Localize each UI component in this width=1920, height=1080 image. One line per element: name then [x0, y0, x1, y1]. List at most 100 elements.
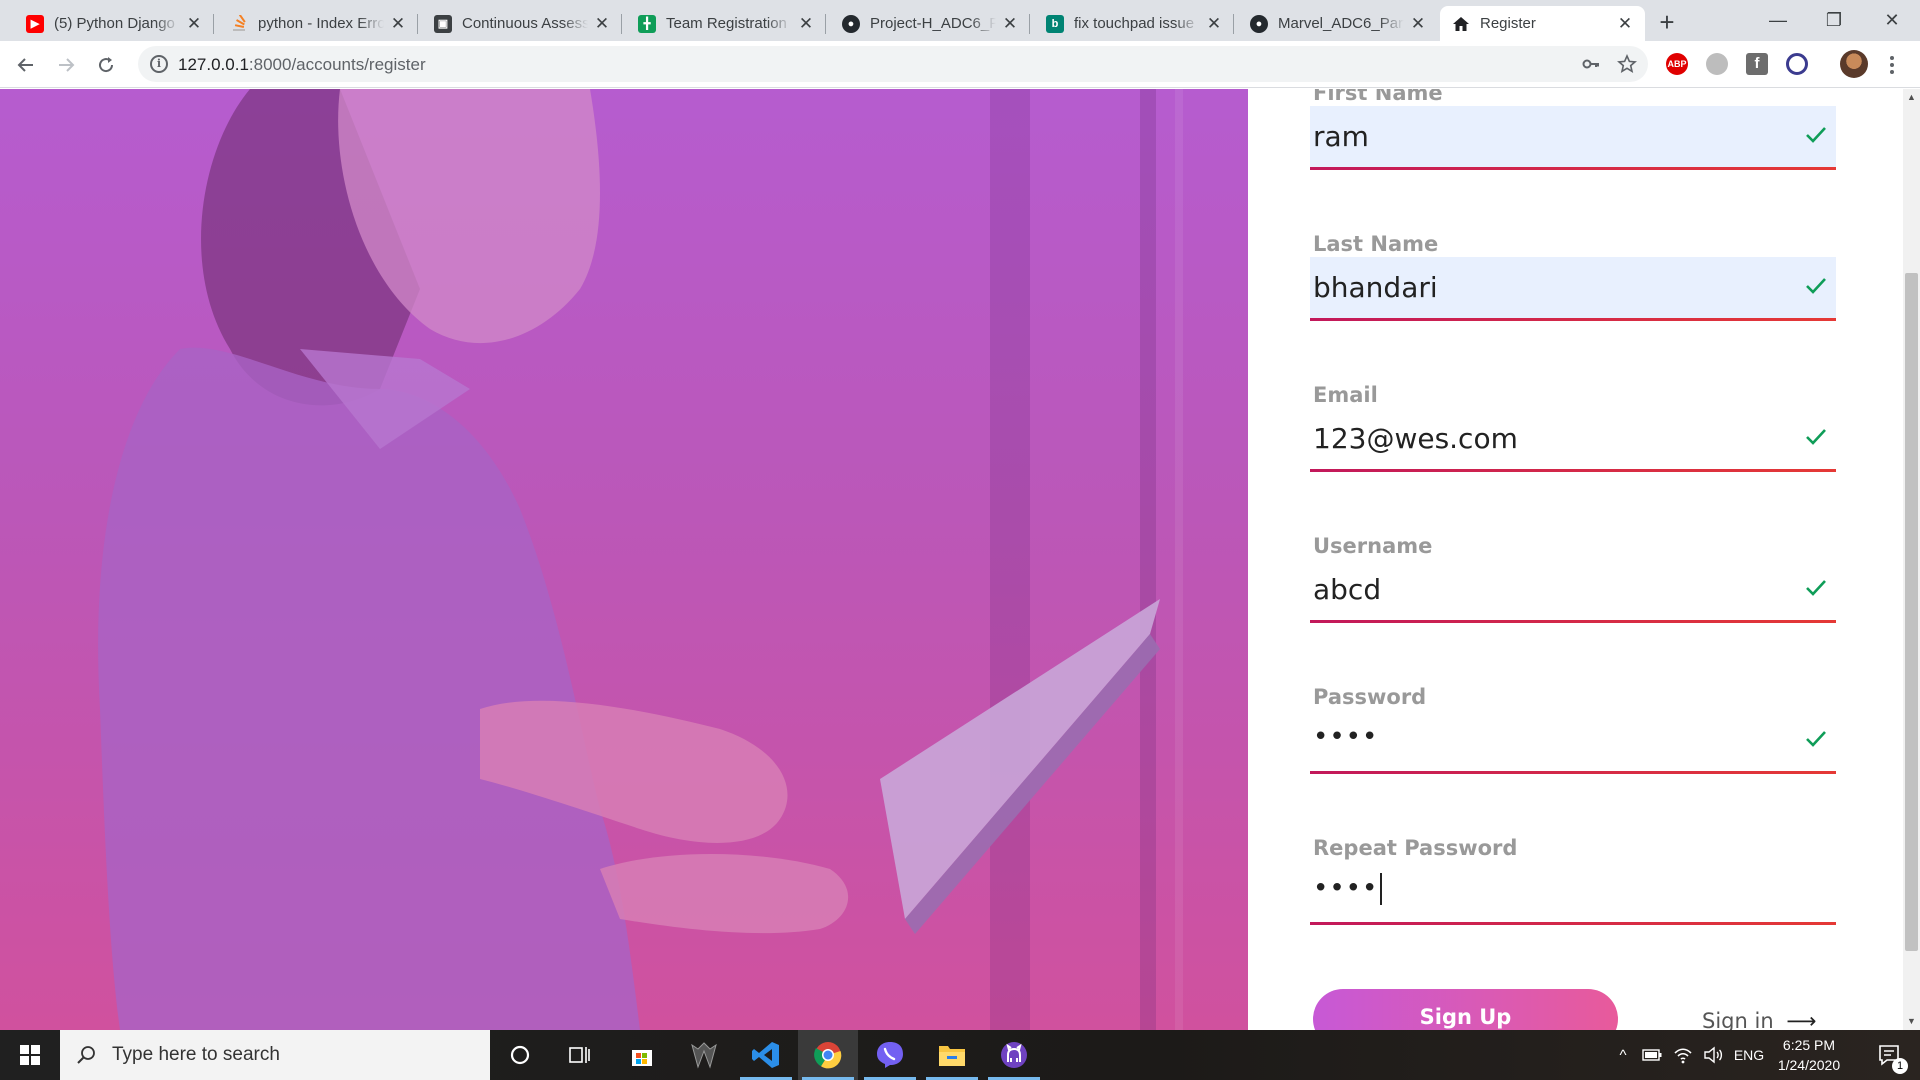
arrow-right-icon: ⟶: [1786, 1009, 1817, 1030]
close-tab-icon[interactable]: ✕: [1617, 14, 1633, 34]
tab-stackoverflow[interactable]: python - Index Error ✕: [218, 6, 418, 41]
minimize-button[interactable]: —: [1750, 0, 1806, 41]
close-tab-icon[interactable]: ✕: [594, 14, 610, 34]
avatar[interactable]: [1840, 50, 1868, 78]
language-indicator[interactable]: ENG: [1728, 1047, 1770, 1063]
tab-title: Project-H_ADC6_P: [870, 15, 996, 32]
address-bar[interactable]: i 127.0.0.1:8000/accounts/register: [138, 46, 1648, 82]
tab-bing[interactable]: b fix touchpad issue ✕: [1034, 6, 1234, 41]
scroll-down-arrow-icon[interactable]: ▼: [1906, 1016, 1917, 1027]
github-desktop-icon[interactable]: [984, 1030, 1044, 1080]
close-tab-icon[interactable]: ✕: [186, 14, 202, 34]
search-icon: [77, 1046, 95, 1064]
clock-time: 6:25 PM: [1782, 1037, 1836, 1053]
adblock-icon[interactable]: ABP: [1666, 53, 1688, 75]
tab-separator: [825, 14, 826, 34]
windows-taskbar: Type here to search ^ ENG 6:25 PM 1/24/2…: [0, 1030, 1920, 1080]
close-tab-icon[interactable]: ✕: [1206, 14, 1222, 34]
tab-separator: [1233, 14, 1234, 34]
file-explorer-icon[interactable]: [922, 1030, 982, 1080]
kebab-menu-icon: [1890, 56, 1894, 74]
close-window-button[interactable]: ✕: [1864, 0, 1920, 41]
check-icon: [1806, 580, 1826, 596]
facebook-icon[interactable]: f: [1746, 53, 1768, 75]
key-icon[interactable]: [1580, 54, 1602, 76]
check-icon: [1806, 127, 1826, 143]
volume-icon[interactable]: [1698, 1046, 1728, 1064]
last-name-label: Last Name: [1313, 232, 1439, 256]
tab-title: (5) Python Django: [54, 15, 175, 32]
start-button[interactable]: [0, 1030, 60, 1080]
chevron-up-icon[interactable]: ^: [1610, 1047, 1636, 1064]
reload-button[interactable]: [90, 49, 122, 81]
sign-in-link[interactable]: Sign in ⟶: [1702, 1009, 1816, 1030]
cortana-icon[interactable]: [490, 1030, 550, 1080]
bing-icon: b: [1046, 14, 1064, 33]
chrome-icon[interactable]: [798, 1030, 858, 1080]
scrollbar[interactable]: ▲ ▼: [1903, 89, 1920, 1030]
youtube-icon: ▶: [26, 14, 44, 33]
viber-icon[interactable]: [860, 1030, 920, 1080]
close-tab-icon[interactable]: ✕: [798, 14, 814, 34]
block-icon[interactable]: [1786, 53, 1808, 75]
tab-title: fix touchpad issue: [1074, 15, 1195, 32]
first-name-input[interactable]: ram: [1310, 106, 1836, 170]
username-value: abcd: [1313, 573, 1382, 606]
tab-separator: [1029, 14, 1030, 34]
task-view-icon[interactable]: [550, 1030, 610, 1080]
back-button[interactable]: [10, 49, 42, 81]
check-icon: [1806, 731, 1826, 747]
reload-icon: [99, 57, 114, 73]
site-info-icon[interactable]: i: [150, 55, 168, 73]
repeat-password-input[interactable]: ••••: [1310, 861, 1836, 925]
username-input[interactable]: abcd: [1310, 559, 1836, 623]
arrow-left-icon: [17, 58, 33, 72]
github-icon: ●: [1250, 14, 1268, 33]
taskbar-search-box[interactable]: Type here to search: [60, 1030, 490, 1080]
vscode-icon[interactable]: [736, 1030, 796, 1080]
scroll-up-arrow-icon[interactable]: ▲: [1906, 92, 1917, 103]
close-tab-icon[interactable]: ✕: [1410, 14, 1426, 34]
tab-title: Team Registration: [666, 15, 787, 32]
notification-count-badge: 1: [1892, 1058, 1908, 1074]
sign-up-button[interactable]: Sign Up: [1313, 989, 1618, 1030]
restore-button[interactable]: ❐: [1806, 0, 1862, 41]
scrollbar-thumb[interactable]: [1905, 273, 1918, 951]
star-icon[interactable]: [1616, 54, 1638, 76]
taskbar-clock[interactable]: 6:25 PM 1/24/2020: [1768, 1035, 1850, 1075]
forward-button[interactable]: [50, 49, 82, 81]
hero-image: [0, 89, 1248, 1030]
tab-title: Marvel_ADC6_Part: [1278, 15, 1404, 32]
email-input[interactable]: 123@wes.com: [1310, 408, 1836, 472]
menu-button[interactable]: [1876, 49, 1908, 81]
email-label: Email: [1313, 383, 1378, 407]
action-center-button[interactable]: 1: [1860, 1030, 1920, 1080]
close-tab-icon[interactable]: ✕: [1002, 14, 1018, 34]
stackoverflow-icon: [230, 14, 248, 33]
tab-sheets[interactable]: ╋ Team Registration ✕: [626, 6, 826, 41]
globe-icon[interactable]: [1706, 53, 1728, 75]
tab-title: Continuous Assessment: [462, 15, 588, 32]
first-name-value: ram: [1313, 120, 1369, 153]
email-value: 123@wes.com: [1313, 422, 1518, 455]
tab-register[interactable]: Register ✕: [1440, 6, 1645, 41]
close-tab-icon[interactable]: ✕: [390, 14, 406, 34]
predator-sense-icon[interactable]: [674, 1030, 734, 1080]
text-caret: [1380, 873, 1383, 905]
tab-separator: [417, 14, 418, 34]
battery-icon[interactable]: [1636, 1049, 1668, 1061]
tab-youtube[interactable]: ▶ (5) Python Django ✕: [14, 6, 214, 41]
store-icon[interactable]: [612, 1030, 672, 1080]
url-host: 127.0.0.1: [178, 55, 249, 74]
url-path: :8000/accounts/register: [248, 55, 426, 74]
wifi-icon[interactable]: [1668, 1046, 1698, 1064]
tab-classroom[interactable]: ▣ Continuous Assessment ✕: [422, 6, 622, 41]
tab-github-project[interactable]: ● Project-H_ADC6_P ✕: [830, 6, 1030, 41]
password-input[interactable]: ••••: [1310, 710, 1836, 774]
woman-with-tablet-illustration: [98, 89, 1160, 1030]
last-name-input[interactable]: bhandari: [1310, 257, 1836, 321]
tab-github-marvel[interactable]: ● Marvel_ADC6_Part ✕: [1238, 6, 1438, 41]
clock-date: 1/24/2020: [1777, 1057, 1841, 1073]
system-tray: ^ ENG: [1610, 1030, 1770, 1080]
new-tab-button[interactable]: +: [1652, 8, 1682, 38]
